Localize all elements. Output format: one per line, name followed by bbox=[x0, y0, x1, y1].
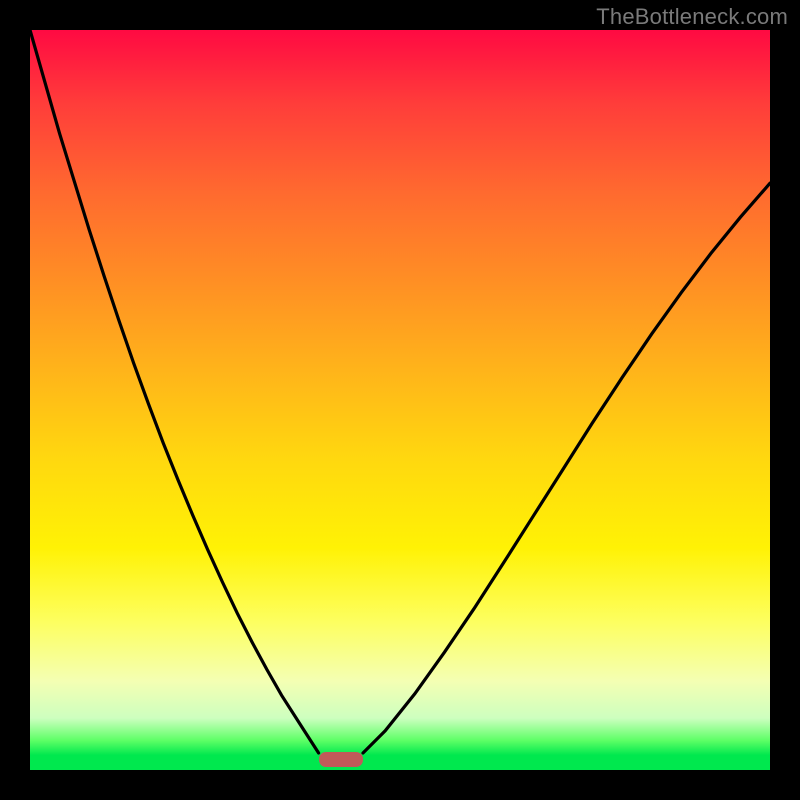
optimal-range-marker bbox=[319, 752, 363, 767]
chart-frame: TheBottleneck.com bbox=[0, 0, 800, 800]
watermark-text: TheBottleneck.com bbox=[596, 4, 788, 30]
plot-area bbox=[30, 30, 770, 770]
bottleneck-curve bbox=[30, 30, 770, 770]
